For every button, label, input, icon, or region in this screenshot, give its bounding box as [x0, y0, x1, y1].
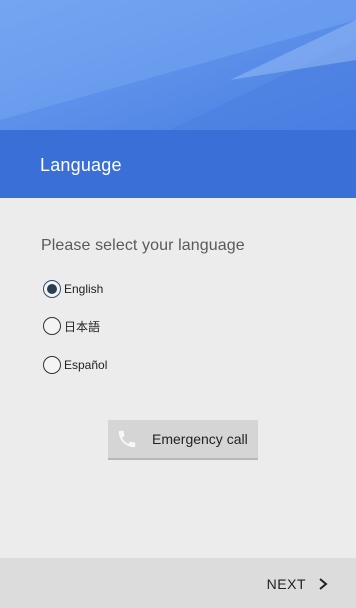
header-banner [0, 0, 356, 130]
chevron-right-icon [319, 578, 328, 590]
language-option-spanish[interactable]: Español [43, 354, 107, 376]
emergency-call-button[interactable]: Emergency call [108, 420, 258, 460]
phone-icon [118, 430, 136, 448]
next-label: NEXT [266, 576, 306, 592]
radio-button-japanese[interactable] [43, 317, 61, 335]
page-title: Language [40, 155, 122, 175]
language-option-japanese[interactable]: 日本語 [43, 315, 100, 337]
language-option-label: Español [64, 358, 108, 372]
title-bar: Language [0, 130, 356, 198]
next-button[interactable]: NEXT [267, 573, 328, 595]
language-setup-screen: Language Please select your language Eng… [0, 0, 356, 608]
radio-selected-dot [47, 284, 57, 294]
emergency-call-label: Emergency call [152, 431, 248, 447]
language-option-label: English [64, 282, 104, 296]
bottom-navigation-bar: NEXT [0, 558, 356, 608]
radio-button-spanish[interactable] [43, 356, 61, 374]
language-option-label: 日本語 [64, 319, 101, 334]
language-option-english[interactable]: English [43, 278, 103, 300]
language-prompt: Please select your language [41, 237, 245, 254]
radio-button-english[interactable] [43, 280, 61, 298]
banner-decoration [0, 0, 356, 130]
